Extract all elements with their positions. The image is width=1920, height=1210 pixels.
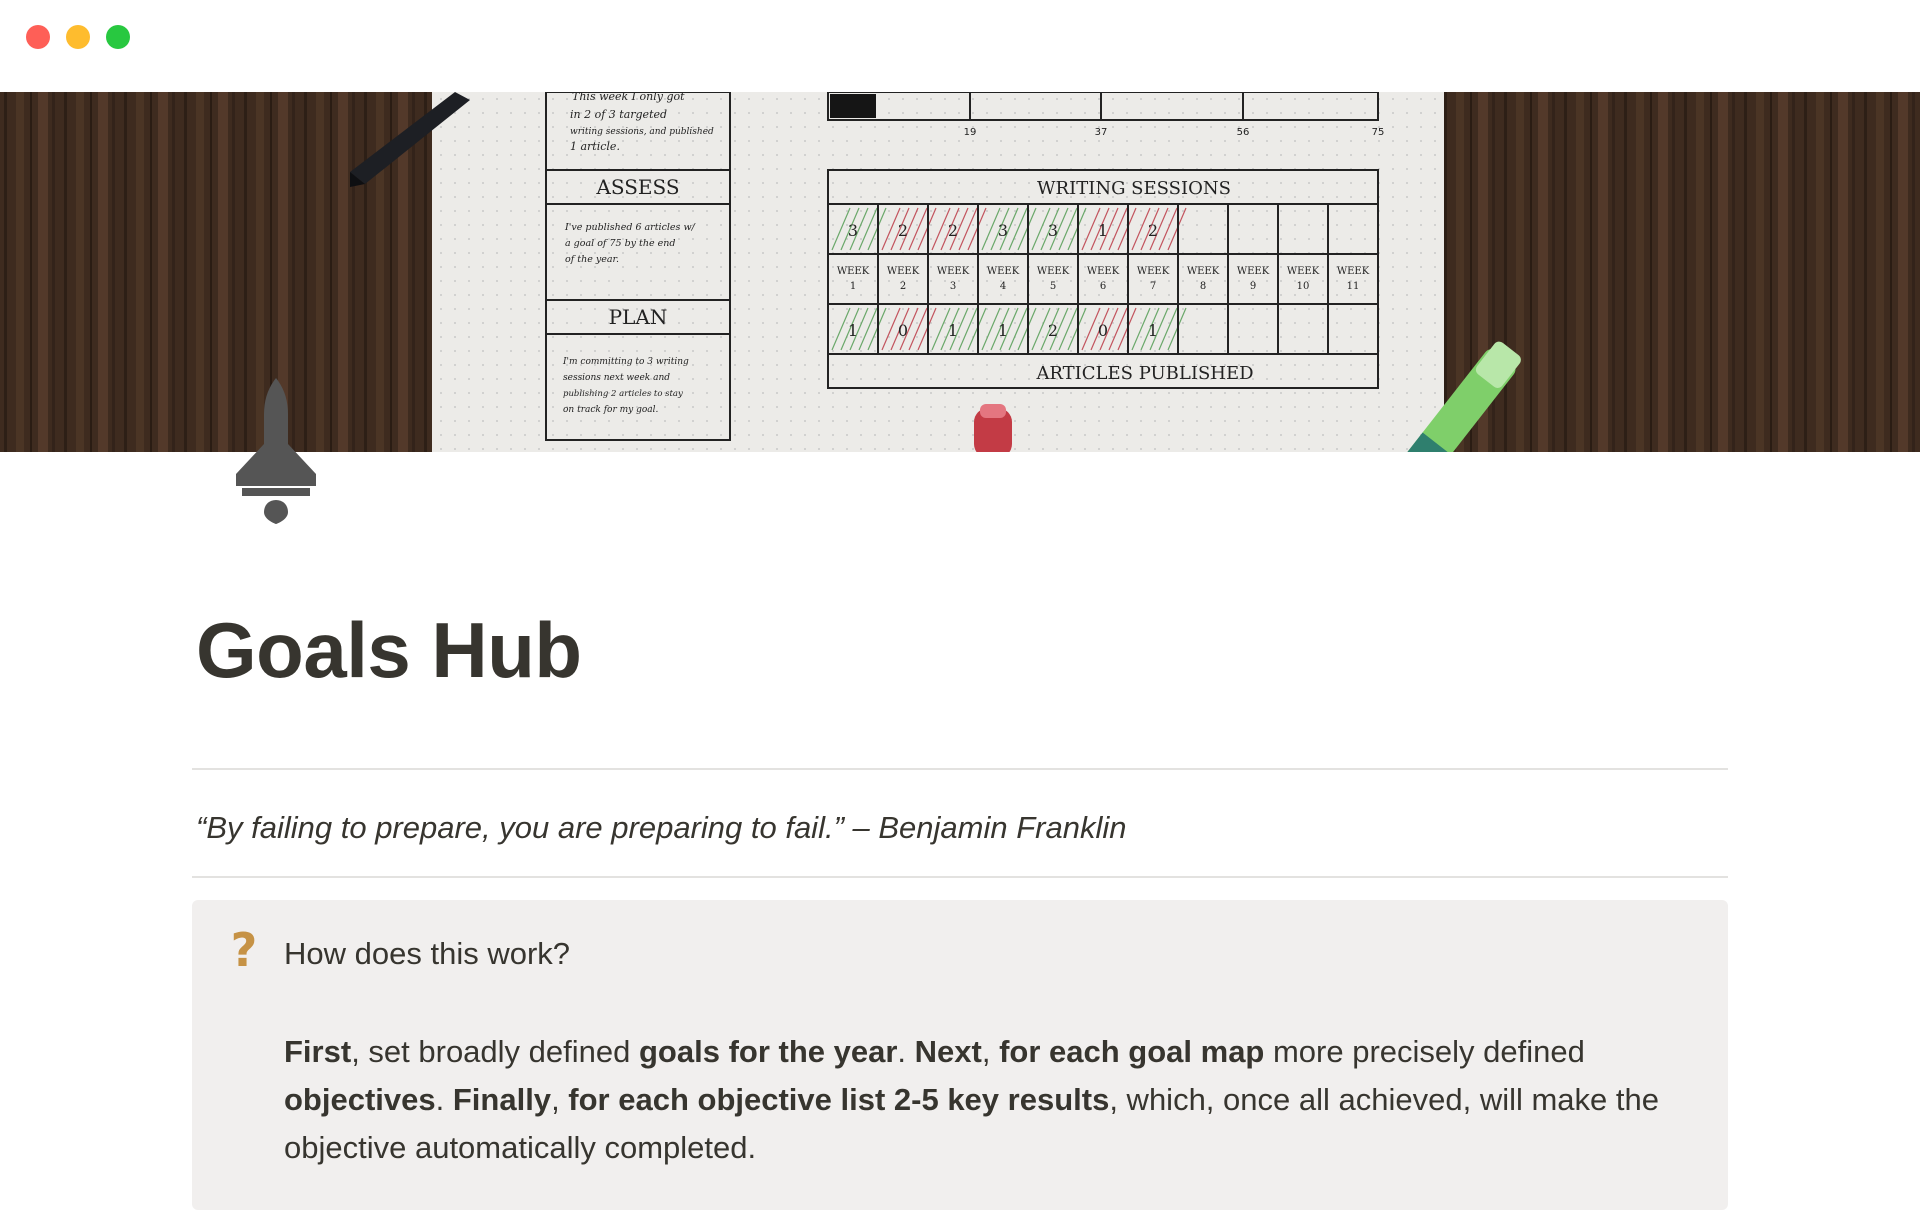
cover-intro-line-1: This week I only got <box>572 92 685 103</box>
page-title[interactable]: Goals Hub <box>196 605 582 696</box>
rocket-icon[interactable] <box>228 374 324 524</box>
cover-sessions-cell-7: 2 <box>1148 221 1158 240</box>
quote-text[interactable]: “By failing to prepare, you are preparin… <box>196 810 1126 846</box>
cover-assess-line-2: a goal of 75 by the end <box>565 238 675 249</box>
cover-assess-line-1: I've published 6 articles w/ <box>564 222 696 233</box>
cover-writing-sessions-title: WRITING SESSIONS <box>1037 178 1231 199</box>
callout-body-text: , <box>981 1034 1000 1069</box>
callout-body-first: First <box>284 1034 352 1069</box>
cover-articles-cell-4: 1 <box>998 321 1008 340</box>
callout-body-goals: goals for the year <box>638 1034 898 1069</box>
callout-body-text: . <box>435 1082 453 1117</box>
cover-articles-cell-2: 0 <box>898 321 908 340</box>
marker-icon <box>974 404 1012 452</box>
cover-plan-heading: PLAN <box>609 305 668 329</box>
callout-body-key-results: for each objective list 2-5 key results <box>568 1082 1110 1117</box>
callout-body-text: more precisely defined <box>1264 1034 1585 1069</box>
cover-plan-line-3: publishing 2 articles to stay <box>563 389 683 399</box>
callout-body-text: . <box>897 1034 915 1069</box>
callout-body-next: Next <box>914 1034 982 1069</box>
cover-intro-line-4: 1 article. <box>570 140 620 153</box>
minimize-window-button[interactable] <box>66 25 90 49</box>
cover-assess-heading: ASSESS <box>595 175 679 199</box>
callout-block[interactable]: ? How does this work? First, set broadly… <box>192 900 1728 1210</box>
window-titlebar <box>0 0 1920 92</box>
question-mark-icon[interactable]: ? <box>224 926 264 974</box>
cover-articles-cell-7: 1 <box>1148 321 1158 340</box>
cover-sessions-cell-3: 2 <box>948 221 958 240</box>
cover-progress-tick-37: 37 <box>1095 127 1108 138</box>
cover-sessions-cell-6: 1 <box>1098 221 1108 240</box>
cover-progress-tick-19: 19 <box>964 127 977 138</box>
callout-body-each-goal: for each goal map <box>999 1034 1265 1069</box>
cover-assess-line-3: of the year. <box>565 254 619 265</box>
cover-intro-line-3: writing sessions, and published <box>570 127 714 137</box>
cover-plan-line-1: I'm committing to 3 writing <box>562 357 689 367</box>
callout-heading[interactable]: How does this work? <box>284 936 570 972</box>
cover-articles-cell-1: 1 <box>848 321 858 340</box>
callout-body-text: , set broadly defined <box>351 1034 639 1069</box>
cover-sessions-cell-2: 2 <box>898 221 908 240</box>
cover-plan-line-4: on track for my goal. <box>563 405 659 415</box>
cover-articles-cell-6: 0 <box>1098 321 1108 340</box>
callout-body-text: , <box>551 1082 569 1117</box>
divider <box>192 768 1728 770</box>
cover-sessions-cell-5: 3 <box>1048 221 1058 240</box>
cover-articles-title: ARTICLES PUBLISHED <box>1035 363 1253 384</box>
maximize-window-button[interactable] <box>106 25 130 49</box>
callout-body-finally: Finally <box>452 1082 552 1117</box>
cover-progress-tick-75: 75 <box>1372 127 1385 138</box>
callout-body[interactable]: First, set broadly defined goals for the… <box>284 1028 1684 1172</box>
cover-intro-line-2: in 2 of 3 targeted <box>570 108 667 121</box>
cover-plan-line-2: sessions next week and <box>563 373 670 383</box>
callout-body-objectives: objectives <box>284 1082 436 1117</box>
cover-sessions-cell-1: 3 <box>848 221 858 240</box>
cover-articles-cell-5: 2 <box>1048 321 1058 340</box>
cover-sessions-cell-4: 3 <box>998 221 1008 240</box>
divider <box>192 876 1728 878</box>
cover-progress-tick-56: 56 <box>1237 127 1250 138</box>
close-window-button[interactable] <box>26 25 50 49</box>
cover-articles-cell-3: 1 <box>948 321 958 340</box>
